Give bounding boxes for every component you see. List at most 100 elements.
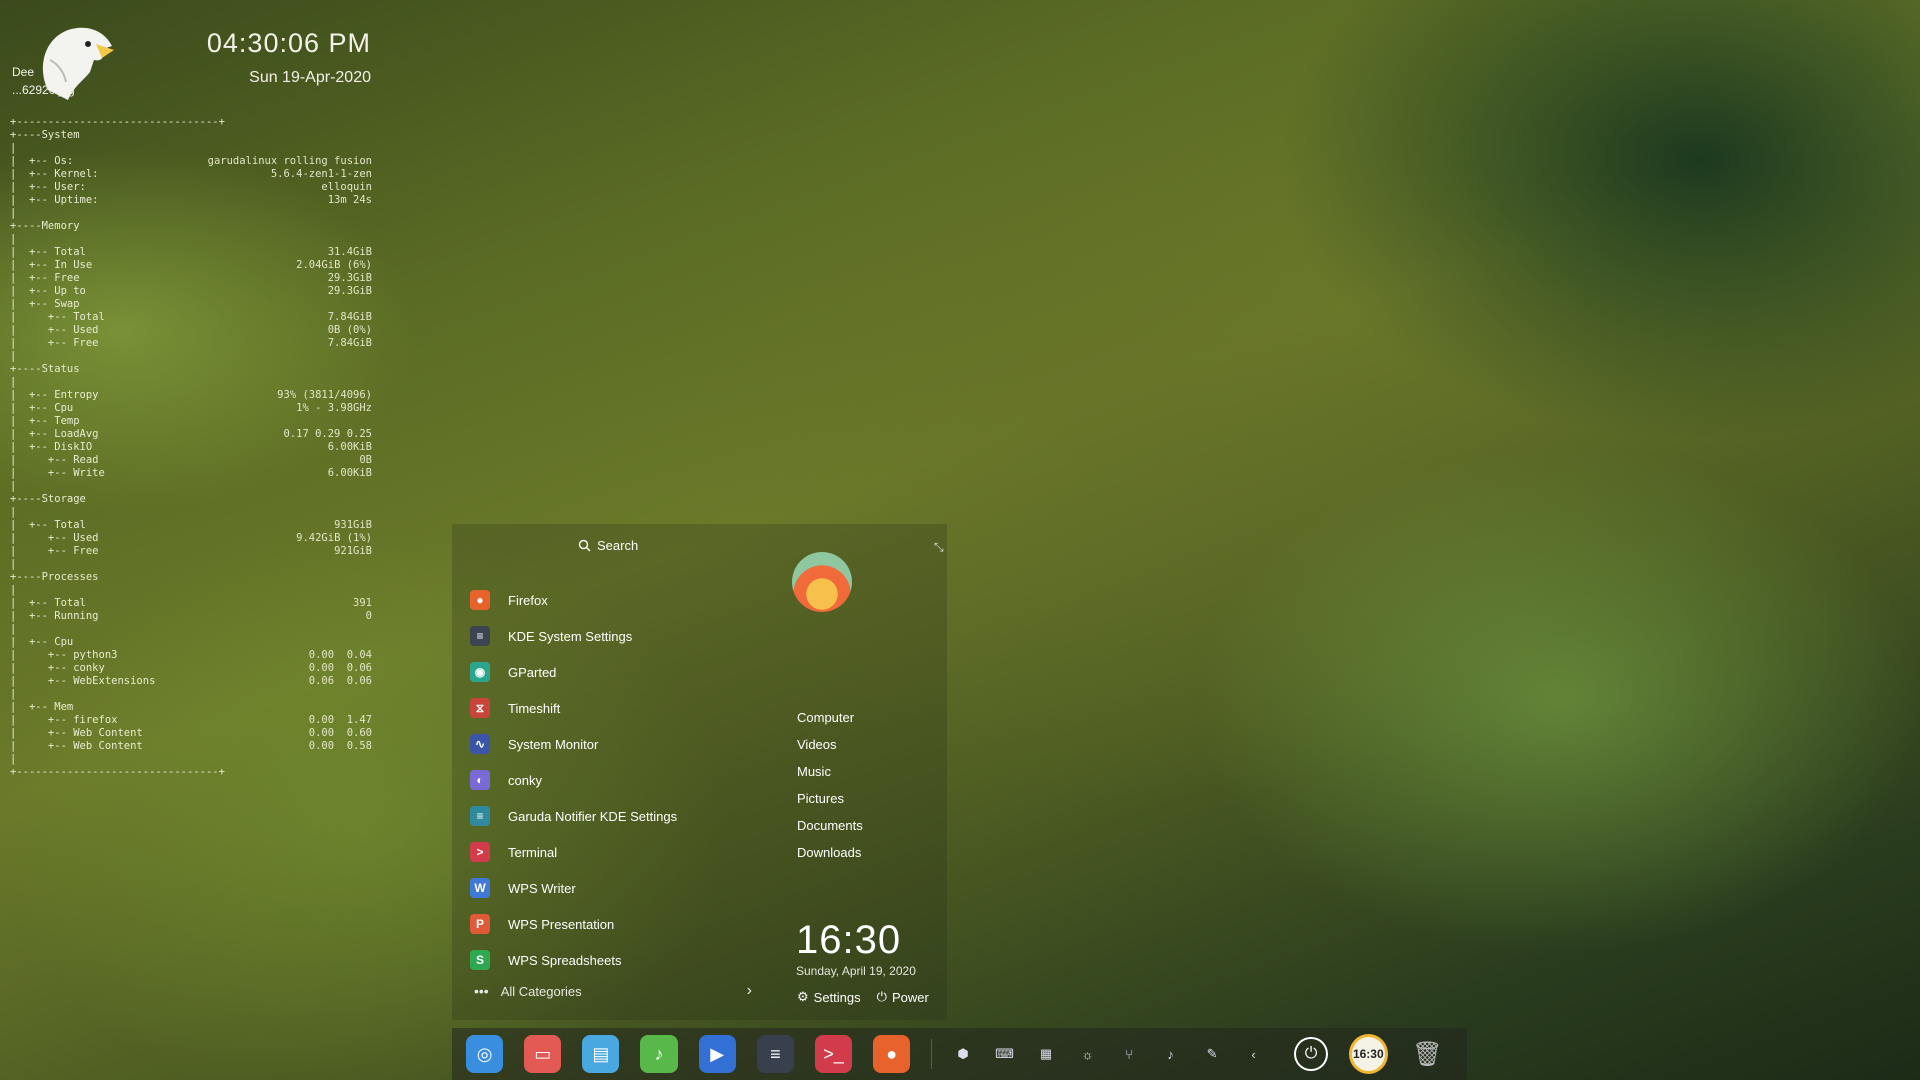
presentation-app-icon[interactable]: ▭ bbox=[524, 1035, 562, 1073]
firefox-icon[interactable]: ● bbox=[873, 1035, 911, 1073]
conky-value: 7.84GiB bbox=[327, 311, 372, 323]
conky-label: | +-- Swap bbox=[10, 298, 80, 310]
place-videos[interactable]: Videos bbox=[797, 731, 863, 758]
conky-row: | bbox=[10, 506, 372, 519]
menu-item-timeshift[interactable]: ⧖ Timeshift bbox=[470, 690, 770, 726]
conky-label: | +-- Cpu bbox=[10, 402, 74, 414]
conky-row: +----Memory bbox=[10, 220, 372, 233]
conky-label: | +-- Free bbox=[10, 337, 99, 349]
keyboard-icon[interactable]: ⌨ bbox=[994, 1043, 1016, 1065]
conky-label: +--------------------------------+ bbox=[10, 116, 225, 128]
conky-row: | +-- Cpu 1% - 3.98GHz bbox=[10, 402, 372, 415]
conky-label: | +-- Free bbox=[10, 272, 80, 284]
terminal-icon: > bbox=[470, 842, 490, 862]
conky-label: | +-- Read bbox=[10, 454, 99, 466]
wallpaper-name: Dee ...62920.jpg bbox=[12, 63, 75, 99]
place-computer[interactable]: Computer bbox=[797, 704, 863, 731]
trash-icon[interactable]: 🗑 bbox=[1409, 1035, 1446, 1073]
conky-value: 931GiB bbox=[334, 519, 372, 531]
conky-row: +----Status bbox=[10, 363, 372, 376]
all-categories-button[interactable]: ••• All Categories › bbox=[474, 982, 752, 1000]
conky-row: | bbox=[10, 688, 372, 701]
menu-item-wps-writer[interactable]: W WPS Writer bbox=[470, 870, 770, 906]
pen-icon[interactable]: ✎ bbox=[1201, 1043, 1223, 1065]
user-avatar[interactable] bbox=[792, 552, 852, 612]
video-player-icon[interactable]: ▶ bbox=[698, 1035, 736, 1073]
power-button[interactable]: ⏻ Power bbox=[877, 989, 929, 1005]
conky-clock: 04:30:06 PM Sun 19-Apr-2020 bbox=[207, 28, 371, 87]
conky-label: | +-- Up to bbox=[10, 285, 86, 297]
place-music[interactable]: Music bbox=[797, 758, 863, 785]
expand-tray-icon[interactable]: ‹ bbox=[1243, 1043, 1265, 1065]
menu-item-firefox[interactable]: ● Firefox bbox=[470, 582, 770, 618]
menu-item-label: KDE System Settings bbox=[508, 628, 633, 644]
file-manager-icon[interactable]: ▤ bbox=[582, 1035, 620, 1073]
security-shield-icon[interactable]: ⬢ bbox=[952, 1043, 974, 1065]
conky-label: | bbox=[10, 207, 17, 219]
clipboard-icon[interactable]: ▦ bbox=[1035, 1043, 1057, 1065]
shutdown-icon[interactable]: ⏻ bbox=[1294, 1037, 1328, 1071]
conky-label: | bbox=[10, 584, 17, 596]
conky-row: | +-- WebExtensions 0.06 0.06 bbox=[10, 675, 372, 688]
music-player-icon[interactable]: ♪ bbox=[640, 1035, 678, 1073]
conky-label: | +-- Web Content bbox=[10, 727, 143, 739]
conky-label: | +-- Used bbox=[10, 324, 99, 336]
menu-item-garuda-notifier-kde-settings[interactable]: ≡ Garuda Notifier KDE Settings bbox=[470, 798, 770, 834]
conky-value: 5.6.4-zen1-1-zen bbox=[270, 168, 372, 180]
conky-value: 0.00 0.04 bbox=[308, 649, 372, 661]
terminal-icon[interactable]: >_ bbox=[814, 1035, 853, 1073]
conky-label: | bbox=[10, 376, 17, 388]
conky-label: +----System bbox=[10, 129, 80, 141]
expand-menu-icon[interactable]: ⤡ bbox=[934, 540, 944, 555]
conky-system-info: +--------------------------------+ +----S… bbox=[10, 116, 372, 779]
place-pictures[interactable]: Pictures bbox=[797, 785, 863, 812]
menu-item-wps-spreadsheets[interactable]: S WPS Spreadsheets bbox=[470, 942, 770, 978]
volume-icon[interactable]: ♪ bbox=[1160, 1043, 1182, 1065]
menu-item-terminal[interactable]: > Terminal bbox=[470, 834, 770, 870]
conky-value: 0.17 0.29 0.25 bbox=[283, 428, 372, 440]
conky-value: 0.00 1.47 bbox=[308, 714, 372, 726]
conky-value: 391 bbox=[353, 597, 372, 609]
gparted-icon: ◉ bbox=[470, 662, 490, 682]
conky-label: | +-- Kernel: bbox=[10, 168, 99, 180]
conky-label: | bbox=[10, 753, 17, 765]
place-downloads[interactable]: Downloads bbox=[797, 839, 863, 866]
system-monitor-icon: ∿ bbox=[470, 734, 490, 754]
conky-value: 13m 24s bbox=[327, 194, 372, 206]
menu-item-conky[interactable]: ◐ conky bbox=[470, 762, 770, 798]
menu-item-label: WPS Presentation bbox=[508, 916, 615, 932]
place-documents[interactable]: Documents bbox=[797, 812, 863, 839]
conky-value: 29.3GiB bbox=[327, 272, 372, 284]
menu-item-system-monitor[interactable]: ∿ System Monitor bbox=[470, 726, 770, 762]
clock-badge-icon[interactable]: 16:30 bbox=[1348, 1034, 1388, 1074]
search-field[interactable]: Search bbox=[578, 538, 638, 553]
garuda-launcher-icon[interactable]: ◎ bbox=[466, 1035, 504, 1073]
menu-item-wps-presentation[interactable]: P WPS Presentation bbox=[470, 906, 770, 942]
conky-row: +--------------------------------+ bbox=[10, 116, 372, 129]
conky-label: | +-- In Use bbox=[10, 259, 93, 271]
settings-button[interactable]: ⚙ Settings bbox=[797, 989, 861, 1005]
menu-item-kde-system-settings[interactable]: ≡ KDE System Settings bbox=[470, 618, 770, 654]
favorite-apps-list: ● Firefox ≡ KDE System Settings ◉ GParted ⧖ Tim… bbox=[470, 582, 770, 978]
usb-icon[interactable]: ⑂ bbox=[1118, 1043, 1140, 1065]
system-settings-icon[interactable]: ≡ bbox=[756, 1035, 794, 1073]
conky-label: | +-- User: bbox=[10, 181, 86, 193]
conky-label: | bbox=[10, 350, 17, 362]
conky-label: +----Storage bbox=[10, 493, 86, 505]
menu-item-label: conky bbox=[508, 772, 542, 788]
conky-row: | +-- Os: garudalinux rolling fusion bbox=[10, 155, 372, 168]
menu-item-label: System Monitor bbox=[508, 736, 599, 752]
conky-label: | +-- Running bbox=[10, 610, 99, 622]
conky-row: | +-- conky 0.00 0.06 bbox=[10, 662, 372, 675]
conky-row: | +-- Read 0B bbox=[10, 454, 372, 467]
brightness-icon[interactable]: ☼ bbox=[1077, 1043, 1099, 1065]
conky-row: | +-- Free 7.84GiB bbox=[10, 337, 372, 350]
conky-row: | +-- Free 921GiB bbox=[10, 545, 372, 558]
wps-spreadsheets-icon: S bbox=[470, 950, 490, 970]
conky-value: 1% - 3.98GHz bbox=[296, 402, 372, 414]
conky-label: | +-- conky bbox=[10, 662, 105, 674]
menu-item-gparted[interactable]: ◉ GParted bbox=[470, 654, 770, 690]
chevron-right-icon: › bbox=[746, 982, 752, 999]
firefox-icon: ● bbox=[470, 590, 490, 610]
conky-row: | bbox=[10, 558, 372, 571]
